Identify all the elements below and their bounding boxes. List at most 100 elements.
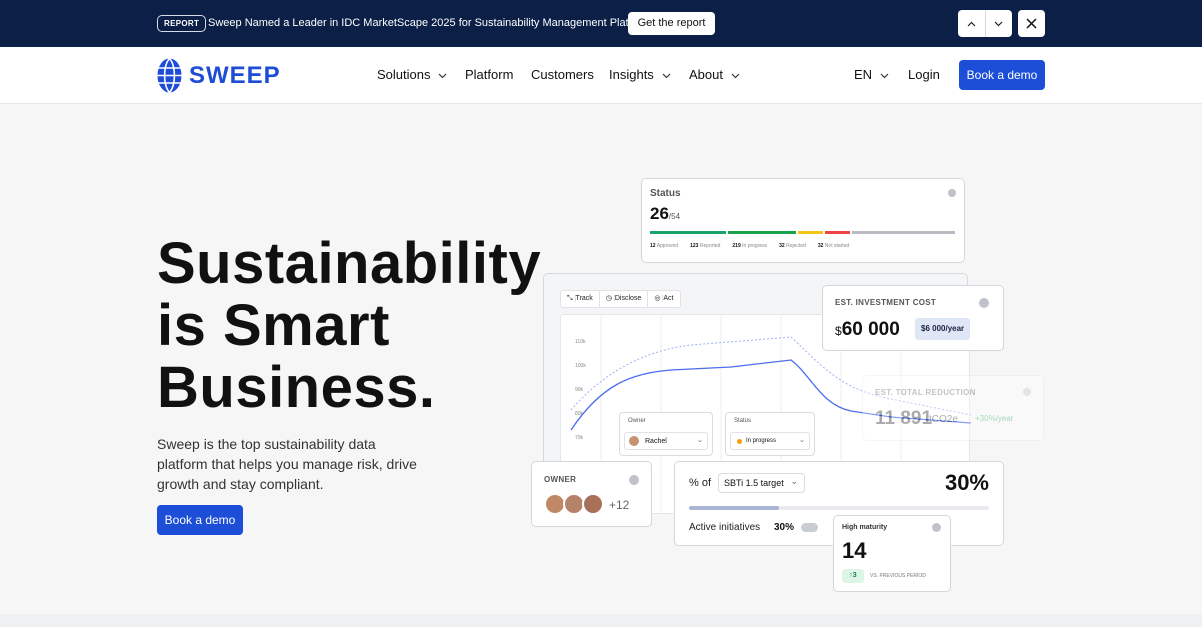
nav-platform[interactable]: Platform [465, 67, 513, 82]
maturity-title: High maturity [842, 524, 888, 531]
nav-solutions-label: Solutions [377, 67, 431, 82]
sbti-target-value: SBTi 1.5 target [724, 478, 784, 488]
status-filter-label: Status [734, 418, 752, 424]
status-dot [737, 439, 742, 444]
globe-icon [157, 58, 182, 93]
status-filter[interactable]: Status In progress ⌄ [725, 412, 815, 456]
sbti-target-select[interactable]: SBTi 1.5 target ⌄ [718, 473, 805, 493]
reduction-title: EST. TOTAL REDUCTION [875, 388, 976, 397]
language-label: EN [854, 67, 873, 82]
toggle-switch[interactable] [801, 523, 818, 532]
report-badge: REPORT [157, 15, 207, 32]
status-card: Status 26/54 12 Approved 123 Reported 21… [641, 178, 965, 263]
sbti-percent: 30% [944, 470, 989, 495]
active-initiatives-value: 30% [774, 522, 795, 533]
active-initiatives-label: Active initiatives [689, 522, 761, 533]
announcement-pager [958, 10, 1012, 37]
info-dot-icon [1023, 388, 1031, 396]
login-link[interactable]: Login [908, 67, 940, 82]
nav-customers[interactable]: Customers [531, 67, 594, 82]
status-bar-not-started [852, 231, 955, 234]
chevron-down-icon: ⌄ [697, 437, 703, 444]
investment-value: $60 000 [835, 319, 900, 340]
get-report-button[interactable]: Get the report [628, 12, 715, 35]
maturity-delta-badge: ↑3 [842, 569, 864, 583]
nav-platform-label: Platform [465, 67, 514, 82]
reduction-unit: tCO2e [929, 414, 958, 425]
announcement-text: Sweep Named a Leader in IDC MarketScape … [208, 17, 657, 29]
owner-card-title: OWNER [544, 475, 577, 484]
chevron-down-icon [438, 67, 447, 82]
hero-book-demo-button[interactable]: Book a demo [157, 505, 243, 535]
nav-insights-label: Insights [609, 67, 654, 82]
nav-about[interactable]: About [689, 67, 740, 82]
status-bar-rejected [825, 231, 850, 234]
info-dot-icon [932, 523, 941, 532]
owner-filter-label: Owner [628, 418, 646, 424]
reduction-value: 11 891 [875, 408, 933, 429]
tab-disclose[interactable]: ◷ Disclose [598, 291, 648, 307]
hero-title: Sustainability is Smart Business. [157, 233, 541, 419]
sbti-progress-fill [689, 506, 779, 510]
status-legend: 12 Approved 123 Reported 219 In progress… [650, 243, 849, 249]
tab-act[interactable]: ◎ Act [647, 291, 679, 307]
sbti-progress-track [689, 506, 989, 510]
close-icon[interactable] [1018, 10, 1045, 37]
sbti-prefix: % of [689, 477, 712, 489]
owner-more-count: +12 [609, 498, 630, 512]
nav-solutions[interactable]: Solutions [377, 67, 447, 82]
legend-item: 32 Rejected [779, 243, 806, 249]
next-section-edge [0, 614, 1202, 627]
status-bar-reported [728, 231, 796, 234]
chevron-down-icon [880, 67, 889, 82]
reduction-card: EST. TOTAL REDUCTION 11 891 tCO2e +30%/y… [862, 375, 1044, 441]
hero-title-line: Sustainability [157, 231, 542, 296]
owner-filter[interactable]: Owner Rachel ⌄ [619, 412, 713, 456]
tab-track[interactable]: ⤡ Track [561, 291, 599, 307]
chevron-down-icon: ⌄ [799, 437, 805, 444]
status-value: In progress [746, 438, 777, 444]
info-dot-icon [979, 298, 989, 308]
nav-insights[interactable]: Insights [609, 67, 671, 82]
language-selector[interactable]: EN [854, 67, 889, 82]
chevron-down-icon[interactable] [984, 10, 1013, 37]
legend-item: 123 Reported [690, 243, 721, 249]
legend-item: 12 Approved [650, 243, 679, 249]
maturity-card: High maturity 14 ↑3 VS. PREVIOUS PERIOD [833, 515, 951, 592]
info-dot-icon [629, 475, 639, 485]
investment-title: EST. INVESTMENT COST [835, 298, 937, 307]
reduction-per-year: +30%/year [975, 414, 1014, 423]
avatar [582, 493, 604, 515]
investment-per-year-badge: $6 000/year [915, 318, 971, 340]
announcement-bar: REPORT Sweep Named a Leader in IDC Marke… [0, 0, 1202, 47]
chevron-up-icon[interactable] [958, 10, 985, 37]
site-header: SWEEP Solutions Platform Customers Insig… [0, 47, 1202, 104]
investment-card: EST. INVESTMENT COST $60 000 $6 000/year [822, 285, 1004, 351]
nav-about-label: About [689, 67, 723, 82]
chevron-down-icon [731, 67, 740, 82]
hero-title-line: is Smart [157, 293, 390, 358]
chart-tabs: ⤡ Track ◷ Disclose ◎ Act [560, 290, 681, 308]
chevron-down-icon [662, 67, 671, 82]
chevron-down-icon: ⌄ [790, 476, 798, 486]
book-demo-button[interactable]: Book a demo [959, 60, 1045, 90]
hero-subtitle: Sweep is the top sustainability data pla… [157, 436, 417, 492]
trend-icon: ⤡ [567, 295, 575, 302]
clock-icon: ◷ [605, 295, 614, 302]
legend-item: 219 In progress [732, 243, 768, 249]
info-dot-icon [948, 189, 956, 197]
sweep-logo[interactable]: SWEEP [157, 58, 281, 93]
maturity-value: 14 [842, 538, 867, 563]
legend-item: 32 Not started [817, 243, 850, 249]
maturity-compare-label: VS. PREVIOUS PERIOD [870, 573, 926, 579]
logo-text: SWEEP [189, 61, 281, 89]
status-bar-in-progress [798, 231, 823, 234]
status-count: 26/54 [650, 204, 681, 223]
status-title: Status [650, 188, 681, 199]
status-progress-bar [650, 231, 957, 234]
hero-title-line: Business. [157, 355, 436, 420]
status-bar-approved [650, 231, 726, 234]
nav-customers-label: Customers [531, 67, 594, 82]
avatar [629, 436, 639, 446]
owner-value: Rachel [645, 438, 667, 445]
